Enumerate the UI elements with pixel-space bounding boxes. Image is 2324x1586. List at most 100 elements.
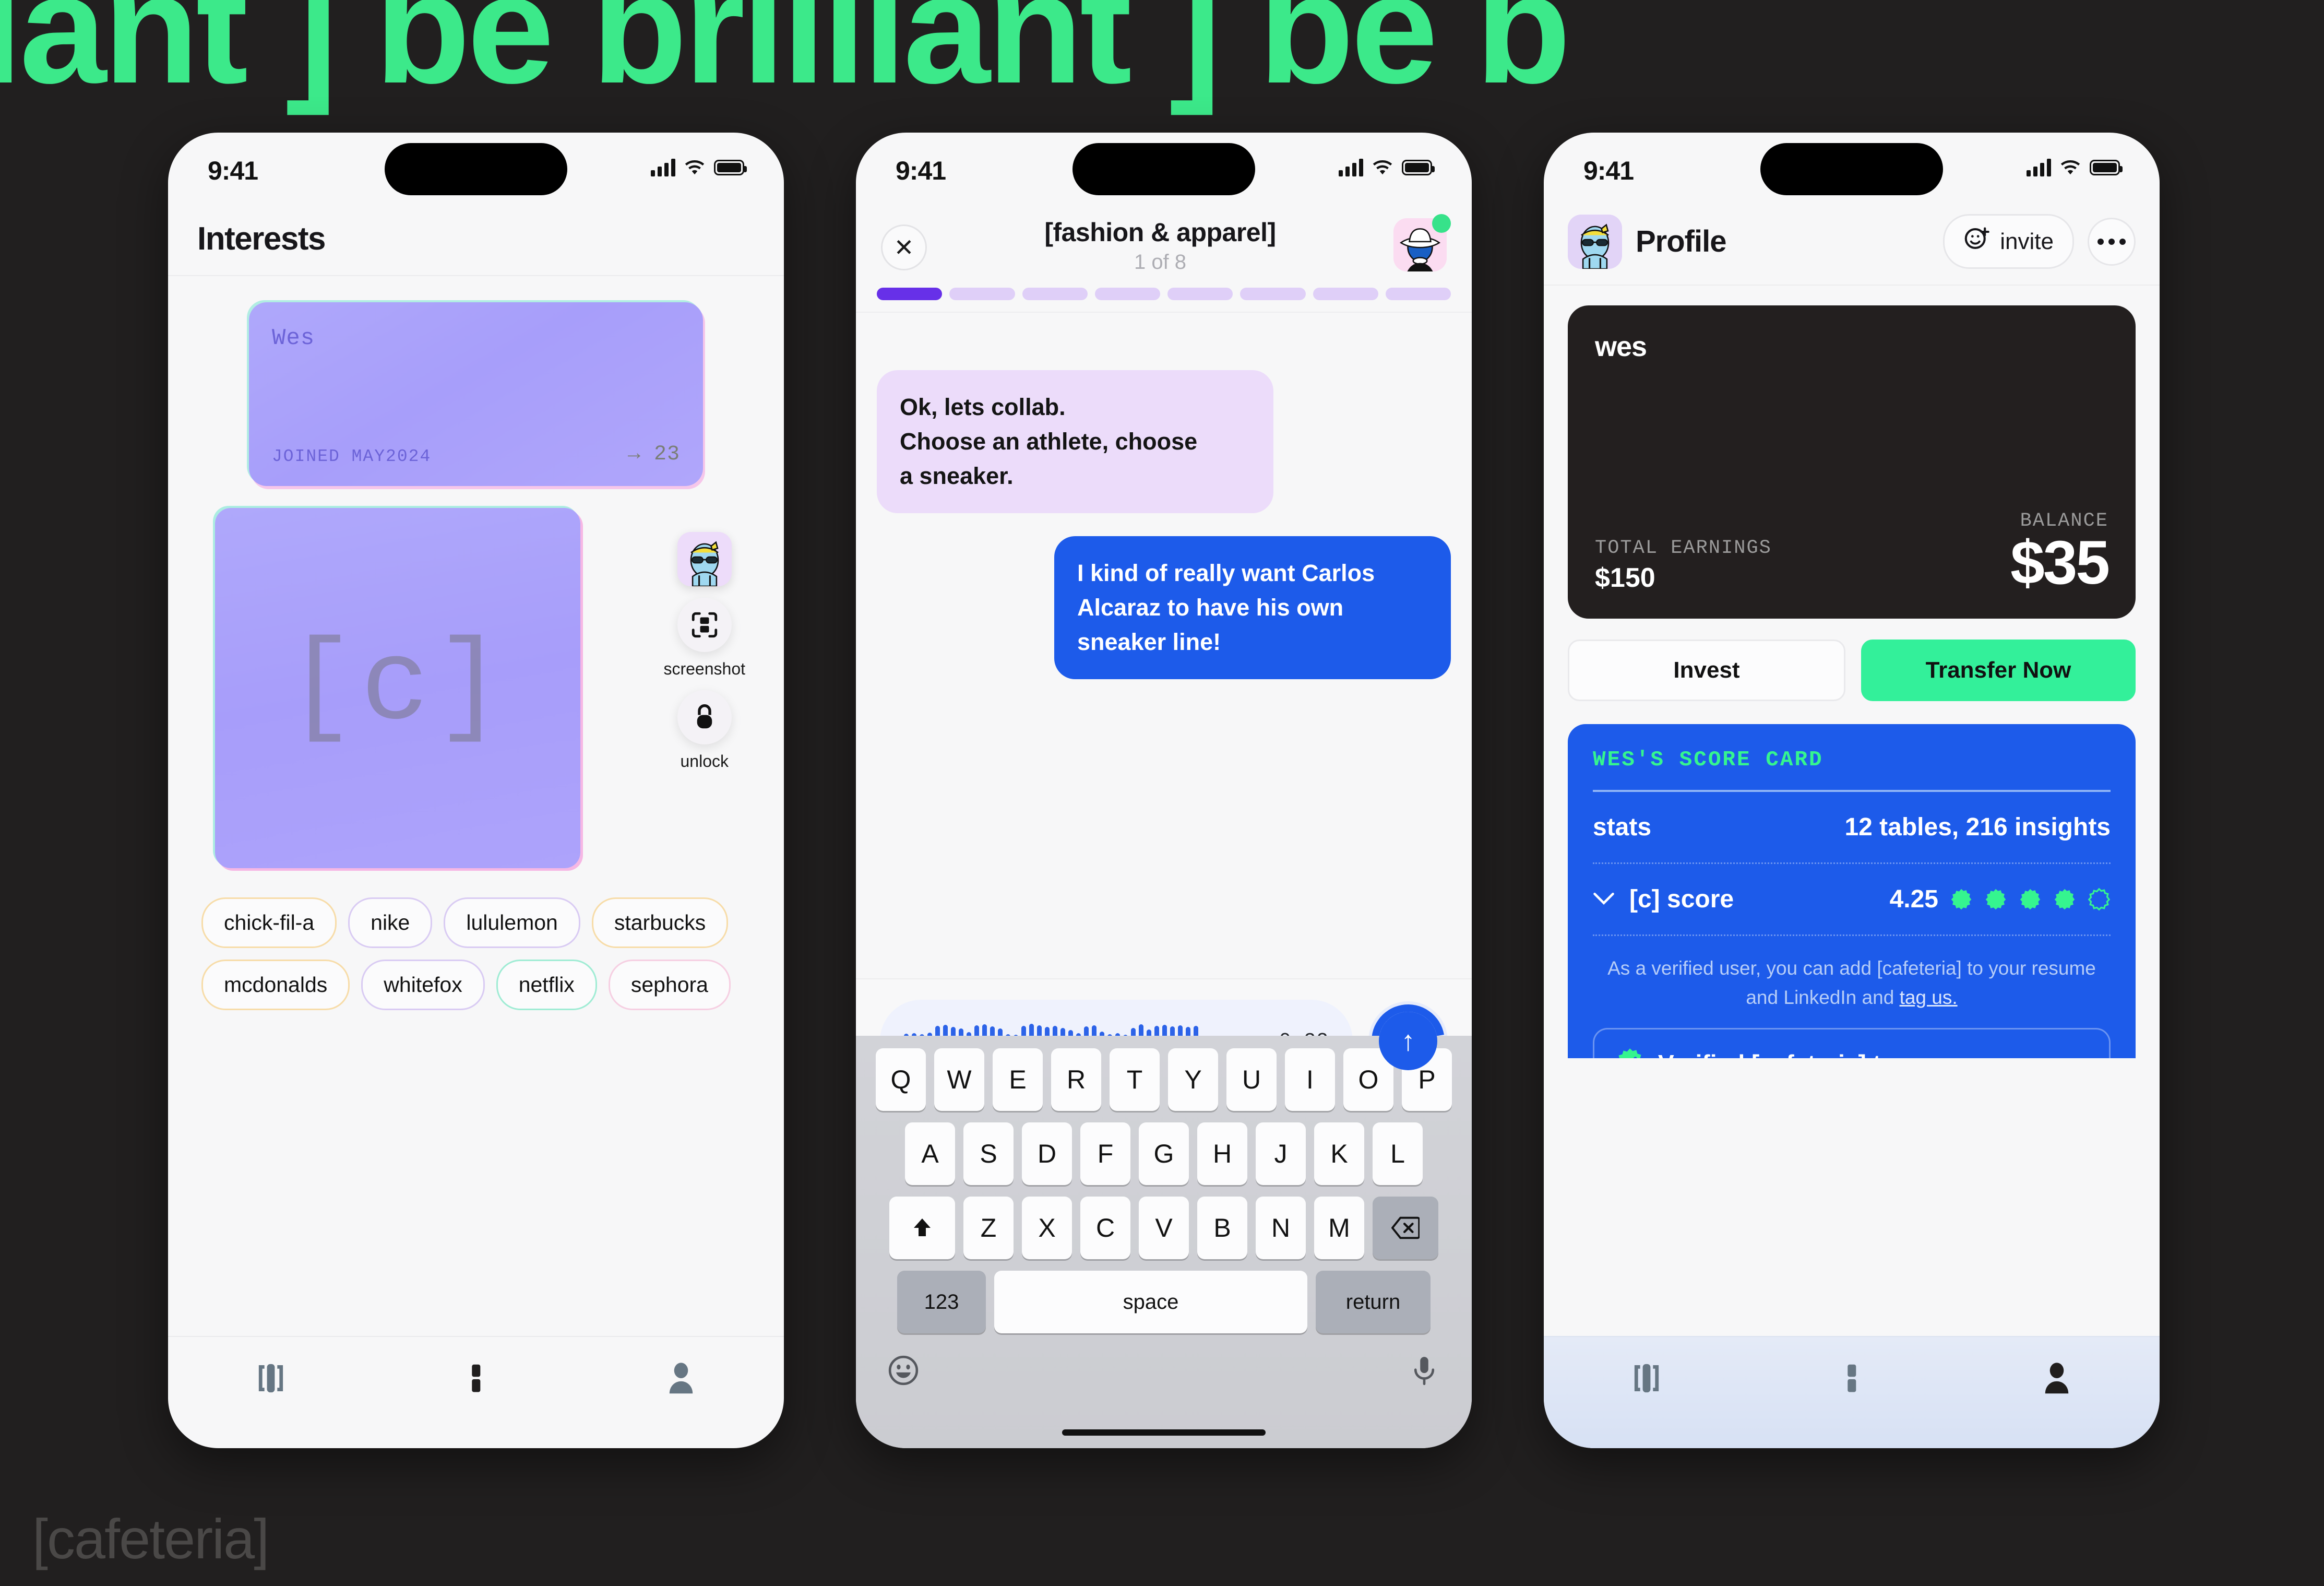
user-avatar-icon[interactable] xyxy=(1568,214,1622,269)
locked-media-card[interactable]: [c] xyxy=(215,508,580,868)
tag-chip[interactable]: chick-fil-a xyxy=(201,897,337,948)
person-icon[interactable] xyxy=(2025,1359,2088,1398)
arrow-up-icon: ↑ xyxy=(1379,1012,1437,1070)
key-h[interactable]: H xyxy=(1197,1122,1247,1185)
bottom-tab-bar xyxy=(168,1336,784,1448)
profile-header: Profile invite xyxy=(1544,211,2160,286)
wifi-icon xyxy=(2059,159,2081,176)
dynamic-island xyxy=(385,143,567,195)
key-s[interactable]: S xyxy=(963,1122,1014,1185)
invest-button[interactable]: Invest xyxy=(1568,640,1845,701)
progress-segment[interactable] xyxy=(949,288,1015,300)
progress-segment[interactable] xyxy=(1094,288,1160,300)
key-f[interactable]: F xyxy=(1080,1122,1130,1185)
tag-chip[interactable]: sephora xyxy=(608,960,731,1010)
numbers-key[interactable]: 123 xyxy=(897,1271,986,1333)
progress-segment[interactable] xyxy=(1313,288,1378,300)
tag-us-link[interactable]: tag us. xyxy=(1900,987,1958,1008)
feed-icon[interactable] xyxy=(445,1359,507,1398)
stats-value: 12 tables, 216 insights xyxy=(1844,813,2111,841)
message-list: Ok, lets collab. Choose an athlete, choo… xyxy=(856,313,1472,730)
keyboard-row-3: Z X C V B N M xyxy=(863,1197,1464,1259)
page-title: Interests xyxy=(197,221,326,257)
key-x[interactable]: X xyxy=(1022,1197,1072,1259)
backspace-icon[interactable] xyxy=(1373,1197,1438,1259)
page-title: Profile xyxy=(1636,224,1727,258)
key-m[interactable]: M xyxy=(1314,1197,1364,1259)
key-d[interactable]: D xyxy=(1022,1122,1072,1185)
chevron-down-icon[interactable] xyxy=(1593,888,1615,910)
space-key[interactable]: space xyxy=(994,1271,1307,1333)
key-l[interactable]: L xyxy=(1373,1122,1423,1185)
phone-profile-screen: 9:41 Profile invite wes TOTAL EARNINGS $… xyxy=(1544,133,2160,1448)
key-t[interactable]: T xyxy=(1110,1048,1160,1111)
score-card-row-stats: stats 12 tables, 216 insights xyxy=(1593,792,2111,862)
key-v[interactable]: V xyxy=(1139,1197,1189,1259)
progress-segment[interactable] xyxy=(1167,288,1233,300)
rosette-filled-icon xyxy=(2053,888,2076,911)
total-earnings-value: $150 xyxy=(1595,563,1655,593)
account-actions: Invest Transfer Now xyxy=(1568,640,2136,701)
score-card-title: WES'S SCORE CARD xyxy=(1593,748,1824,772)
status-time: 9:41 xyxy=(208,156,258,185)
key-w[interactable]: W xyxy=(934,1048,984,1111)
transfer-now-button[interactable]: Transfer Now xyxy=(1861,640,2136,701)
feed-icon[interactable] xyxy=(1820,1359,1883,1398)
shift-icon[interactable] xyxy=(889,1197,955,1259)
screenshot-icon[interactable] xyxy=(677,598,732,652)
tag-chip[interactable]: lululemon xyxy=(444,897,580,948)
bracket-card-icon[interactable] xyxy=(1615,1359,1678,1398)
verified-note: As a verified user, you can add [cafeter… xyxy=(1593,934,2111,1012)
bracket-card-icon[interactable] xyxy=(240,1359,302,1398)
avatar-icon[interactable] xyxy=(677,532,732,586)
total-earnings-label: TOTAL EARNINGS xyxy=(1595,537,1772,559)
key-u[interactable]: U xyxy=(1226,1048,1277,1111)
profile-summary-card[interactable]: Wes JOINED MAY2024 → 23 xyxy=(249,302,703,486)
progress-segment[interactable] xyxy=(1022,288,1088,300)
tag-chip[interactable]: starbucks xyxy=(591,897,729,948)
score-value: 4.25 xyxy=(1889,885,1938,913)
key-a[interactable]: A xyxy=(905,1122,955,1185)
message-bubble-outgoing: I kind of really want Carlos Alcaraz to … xyxy=(1054,536,1451,679)
progress-segment[interactable] xyxy=(1385,288,1451,300)
emoji-icon[interactable] xyxy=(887,1354,920,1389)
balance-card-name: wes xyxy=(1595,331,1647,362)
microphone-icon[interactable] xyxy=(1408,1354,1440,1389)
status-bar: 9:41 xyxy=(856,133,1472,211)
key-r[interactable]: R xyxy=(1051,1048,1101,1111)
tag-chip[interactable]: nike xyxy=(348,897,433,948)
key-y[interactable]: Y xyxy=(1168,1048,1218,1111)
key-k[interactable]: K xyxy=(1314,1122,1364,1185)
key-c[interactable]: C xyxy=(1080,1197,1130,1259)
balance-card[interactable]: wes TOTAL EARNINGS $150 BALANCE $35 xyxy=(1568,305,2136,619)
tag-chip[interactable]: mcdonalds xyxy=(201,960,350,1010)
progress-segment[interactable] xyxy=(1240,288,1306,300)
key-q[interactable]: Q xyxy=(876,1048,926,1111)
close-icon[interactable]: ✕ xyxy=(881,224,927,270)
key-g[interactable]: G xyxy=(1139,1122,1189,1185)
lock-icon[interactable] xyxy=(677,690,732,744)
tag-chip[interactable]: netflix xyxy=(496,960,597,1010)
key-j[interactable]: J xyxy=(1256,1122,1306,1185)
score-card-row-score[interactable]: [c] score 4.25 xyxy=(1593,862,2111,934)
check-badge-icon xyxy=(1615,1047,1644,1058)
tag-chip[interactable]: whitefox xyxy=(361,960,485,1010)
progress-segment[interactable] xyxy=(877,288,943,300)
key-z[interactable]: Z xyxy=(963,1197,1014,1259)
return-key[interactable]: return xyxy=(1316,1271,1431,1333)
ellipsis-icon[interactable] xyxy=(2088,217,2136,266)
keyboard-row-1: Q W E R T Y U I O P xyxy=(863,1048,1464,1111)
rosette-filled-icon xyxy=(1984,888,2007,911)
background-headline: iant ] be brilliant ] be b xyxy=(0,0,1571,116)
invite-button[interactable]: invite xyxy=(1943,214,2074,269)
key-i[interactable]: I xyxy=(1285,1048,1335,1111)
chat-header: ✕ [fashion & apparel] 1 of 8 xyxy=(856,211,1472,274)
profile-card-name: Wes xyxy=(272,325,315,351)
key-e[interactable]: E xyxy=(993,1048,1043,1111)
person-icon[interactable] xyxy=(650,1359,712,1398)
message-bubble-incoming: Ok, lets collab. Choose an athlete, choo… xyxy=(877,370,1273,513)
unlock-label: unlock xyxy=(680,752,729,771)
key-b[interactable]: B xyxy=(1197,1197,1247,1259)
rosette-empty-icon xyxy=(2088,887,2111,911)
key-n[interactable]: N xyxy=(1256,1197,1306,1259)
